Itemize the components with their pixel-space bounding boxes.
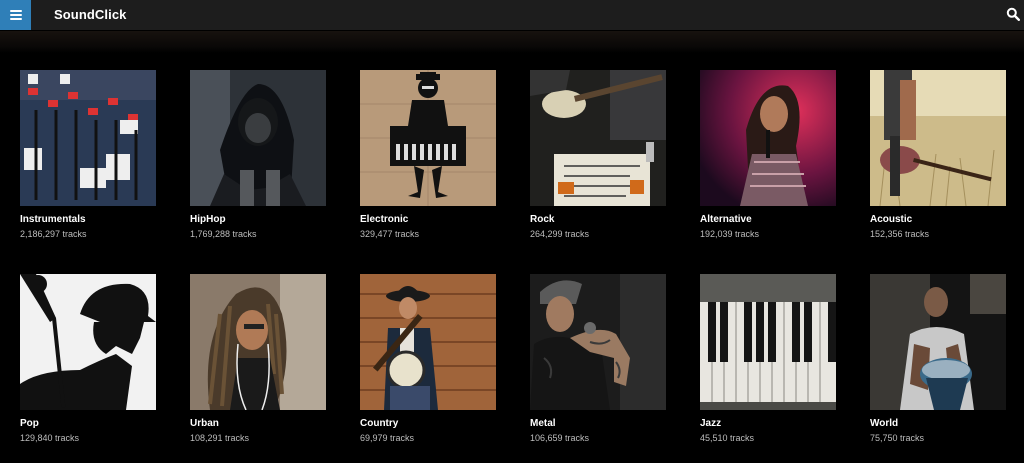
genre-image-guitar-in-field[interactable] xyxy=(870,70,1006,206)
genre-name[interactable]: Electronic xyxy=(360,214,496,226)
genre-name[interactable]: Urban xyxy=(190,418,326,430)
genre-track-count: 329,477 tracks xyxy=(360,229,420,239)
genre-track-count: 2,186,297 tracks xyxy=(20,229,87,239)
genre-track-count: 106,659 tracks xyxy=(530,433,590,443)
genre-card-instrumentals[interactable]: Instrumentals 2,186,297 tracks xyxy=(20,70,156,240)
genre-name[interactable]: Pop xyxy=(20,418,156,430)
genre-track-count: 192,039 tracks xyxy=(700,229,760,239)
genre-track-count: 108,291 tracks xyxy=(190,433,250,443)
genre-card-metal[interactable]: Metal 106,659 tracks xyxy=(530,274,666,444)
genre-track-count: 264,299 tracks xyxy=(530,229,590,239)
genre-image-singer-red-light[interactable] xyxy=(700,70,836,206)
genre-track-count: 45,510 tracks xyxy=(700,433,755,443)
genre-card-rock[interactable]: Rock 264,299 tracks xyxy=(530,70,666,240)
genre-image-keyboard-player-stencil[interactable] xyxy=(360,70,496,206)
genre-image-banjo-player[interactable] xyxy=(360,274,496,410)
genre-track-count: 75,750 tracks xyxy=(870,433,925,443)
genre-grid: Instrumentals 2,186,297 tracks HipHop 1,… xyxy=(0,0,1024,463)
genre-image-singer-silhouette[interactable] xyxy=(20,274,156,410)
genre-image-mixing-console[interactable] xyxy=(20,70,156,206)
genre-image-piano-keys[interactable] xyxy=(700,274,836,410)
genre-card-hiphop[interactable]: HipHop 1,769,288 tracks xyxy=(190,70,326,240)
genre-name[interactable]: World xyxy=(870,418,1006,430)
genre-name[interactable]: Country xyxy=(360,418,496,430)
genre-image-dreadlocks-earphones[interactable] xyxy=(190,274,326,410)
genre-card-jazz[interactable]: Jazz 45,510 tracks xyxy=(700,274,836,444)
genre-name[interactable]: Rock xyxy=(530,214,666,226)
genre-card-urban[interactable]: Urban 108,291 tracks xyxy=(190,274,326,444)
genre-card-electronic[interactable]: Electronic 329,477 tracks xyxy=(360,70,496,240)
genre-card-country[interactable]: Country 69,979 tracks xyxy=(360,274,496,444)
genre-track-count: 1,769,288 tracks xyxy=(190,229,257,239)
genre-card-alternative[interactable]: Alternative 192,039 tracks xyxy=(700,70,836,240)
genre-name[interactable]: Jazz xyxy=(700,418,836,430)
genre-card-acoustic[interactable]: Acoustic 152,356 tracks xyxy=(870,70,1006,240)
genre-name[interactable]: HipHop xyxy=(190,214,326,226)
genre-image-bass-guitar-setlist[interactable] xyxy=(530,70,666,206)
genre-image-drummer-dark[interactable] xyxy=(870,274,1006,410)
genre-name[interactable]: Metal xyxy=(530,418,666,430)
genre-name[interactable]: Instrumentals xyxy=(20,214,156,226)
genre-image-tattooed-singer[interactable] xyxy=(530,274,666,410)
genre-track-count: 69,979 tracks xyxy=(360,433,415,443)
genre-card-pop[interactable]: Pop 129,840 tracks xyxy=(20,274,156,444)
genre-name[interactable]: Alternative xyxy=(700,214,836,226)
genre-card-world[interactable]: World 75,750 tracks xyxy=(870,274,1006,444)
genre-name[interactable]: Acoustic xyxy=(870,214,1006,226)
genre-image-hooded-person[interactable] xyxy=(190,70,326,206)
genre-track-count: 129,840 tracks xyxy=(20,433,80,443)
genre-track-count: 152,356 tracks xyxy=(870,229,930,239)
